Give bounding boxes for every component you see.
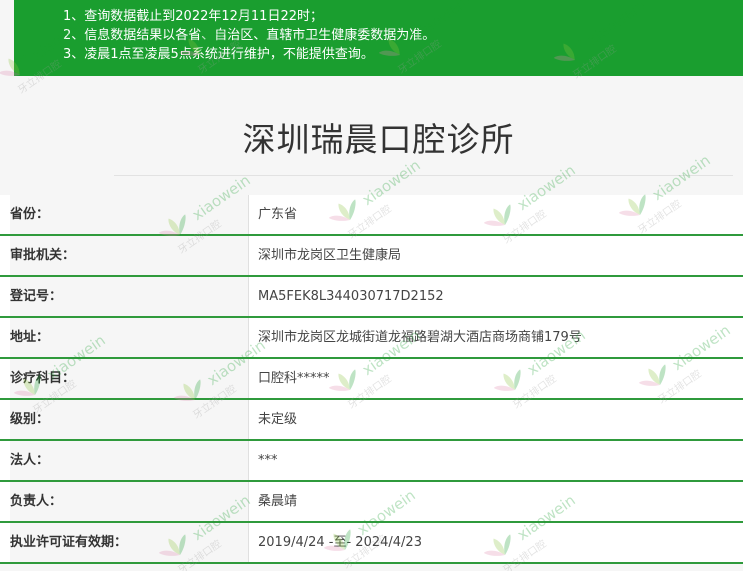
responsible-label: 负责人： <box>10 482 248 521</box>
title-section: 深圳瑞晨口腔诊所 <box>14 76 743 176</box>
column-divider <box>248 441 249 480</box>
departments-label: 诊疗科目： <box>10 359 248 398</box>
level-value: 未定级 <box>258 412 298 427</box>
column-divider <box>248 523 249 562</box>
authority-label: 审批机关： <box>10 236 248 275</box>
table-row-province: 省份： 广东省 <box>0 195 743 236</box>
column-divider <box>248 400 249 439</box>
table-row-authority: 审批机关： 深圳市龙岗区卫生健康局 <box>0 236 743 277</box>
column-divider <box>248 195 249 234</box>
legal-person-label: 法人： <box>10 441 248 480</box>
table-row-address: 地址： 深圳市龙岗区龙城街道龙福路碧湖大酒店商场商铺179号 <box>0 318 743 359</box>
table-row-responsible: 负责人： 桑晨靖 <box>0 482 743 523</box>
address-label: 地址： <box>10 318 248 357</box>
title-divider <box>114 175 733 176</box>
authority-value: 深圳市龙岗区卫生健康局 <box>258 248 402 263</box>
notice-line-3: 3、凌晨1点至凌晨5点系统进行维护，不能提供查询。 <box>63 47 374 62</box>
province-label: 省份： <box>10 195 248 234</box>
license-validity-value: 2019/4/24 -至- 2024/4/23 <box>258 535 422 550</box>
column-divider <box>248 236 249 275</box>
legal-person-value: *** <box>258 453 278 468</box>
info-table: 省份： 广东省 审批机关： 深圳市龙岗区卫生健康局 登记号： MA5FEK8L3… <box>0 195 743 564</box>
license-validity-label: 执业许可证有效期： <box>10 523 248 562</box>
column-divider <box>248 318 249 357</box>
notice-banner: 1、查询数据截止到2022年12月11日22时； 2、信息数据结果以各省、自治区… <box>14 0 743 76</box>
table-row-departments: 诊疗科目： 口腔科***** <box>0 359 743 400</box>
notice-line-2: 2、信息数据结果以各省、自治区、直辖市卫生健康委数据为准。 <box>63 28 436 43</box>
registration-value: MA5FEK8L344030717D2152 <box>258 289 444 304</box>
table-row-legal-person: 法人： *** <box>0 441 743 482</box>
departments-value: 口腔科***** <box>258 371 330 386</box>
table-row-license-validity: 执业许可证有效期： 2019/4/24 -至- 2024/4/23 <box>0 523 743 564</box>
column-divider <box>248 277 249 316</box>
column-divider <box>248 359 249 398</box>
page-title: 深圳瑞晨口腔诊所 <box>242 120 515 159</box>
address-value: 深圳市龙岗区龙城街道龙福路碧湖大酒店商场商铺179号 <box>258 330 582 345</box>
column-divider <box>248 482 249 521</box>
notice-line-1: 1、查询数据截止到2022年12月11日22时； <box>63 9 323 24</box>
level-label: 级别： <box>10 400 248 439</box>
province-value: 广东省 <box>258 207 298 222</box>
table-row-level: 级别： 未定级 <box>0 400 743 441</box>
table-row-registration: 登记号： MA5FEK8L344030717D2152 <box>0 277 743 318</box>
registration-label: 登记号： <box>10 277 248 316</box>
responsible-value: 桑晨靖 <box>258 494 298 509</box>
